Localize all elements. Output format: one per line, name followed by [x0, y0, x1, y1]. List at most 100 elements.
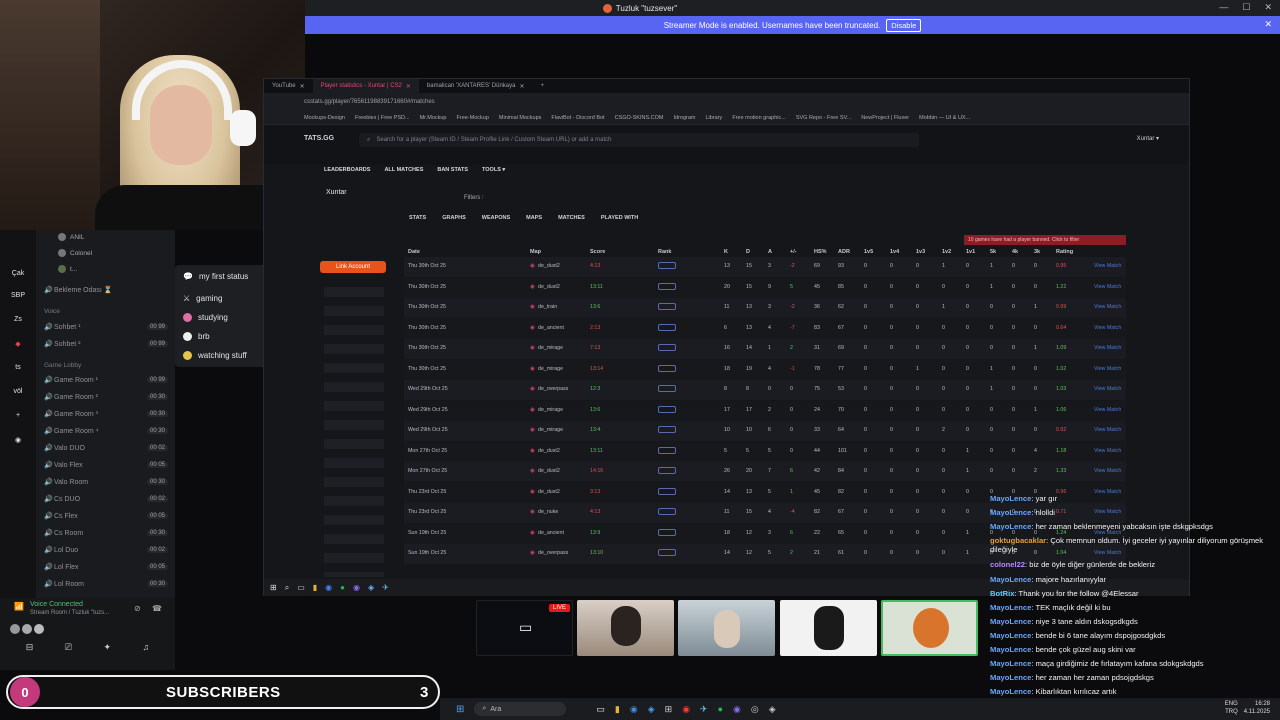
voice-user[interactable]: Colonel — [58, 249, 92, 257]
category-voice[interactable]: Voice — [44, 308, 60, 315]
disable-button[interactable]: Disable — [886, 18, 922, 32]
voice-channel[interactable]: 🔊 Game Room ¹ 00 99 — [44, 374, 168, 386]
close-icon[interactable]: ✕ — [1264, 19, 1272, 30]
column-header[interactable]: 4k — [1012, 249, 1018, 255]
server-zs[interactable]: Zs — [6, 316, 30, 323]
status-option-studying[interactable]: studying — [183, 313, 228, 322]
view-match-link[interactable]: View Match — [1094, 468, 1121, 474]
column-header[interactable]: 3k — [1034, 249, 1040, 255]
category-game-lobby[interactable]: Game Lobby — [44, 362, 81, 369]
nav-item[interactable]: LEADERBOARDS — [324, 167, 370, 173]
windows-start-icon[interactable]: ⊞ — [456, 704, 464, 715]
voice-channel[interactable]: 🔊 Game Room ³ 00 30 — [44, 408, 168, 420]
explore-icon[interactable]: ◉ — [6, 436, 30, 444]
subnav-tab[interactable]: MATCHES — [558, 215, 585, 221]
table-row[interactable] — [404, 380, 1126, 400]
maximize-icon[interactable]: ☐ — [1242, 2, 1250, 13]
voice-channel[interactable]: 🔊 Game Room ² 00 30 — [44, 391, 168, 403]
filters-button[interactable]: Filters ⫶ — [464, 195, 484, 202]
status-option-brb[interactable]: brb — [183, 332, 210, 341]
column-header[interactable]: 1v2 — [942, 249, 951, 255]
address-bar[interactable]: csstats.gg/player/76561198839171660#/mat… — [264, 93, 1189, 111]
participant-video-speaking[interactable] — [881, 600, 978, 656]
bookmark-item[interactable]: SVG Repo - Free SV... — [796, 115, 851, 121]
chat-username[interactable]: MayoLence — [990, 617, 1031, 626]
activities-icon[interactable]: ✦ — [103, 642, 111, 653]
bookmark-item[interactable]: Library — [706, 115, 723, 121]
column-header[interactable]: ADR — [838, 249, 850, 255]
close-icon[interactable]: ✕ — [519, 83, 524, 90]
chat-username[interactable]: MayoLence — [990, 603, 1031, 612]
participant-video[interactable] — [577, 600, 674, 656]
voice-user[interactable]: ANIL — [58, 233, 84, 241]
close-icon[interactable]: ✕ — [300, 83, 305, 90]
bookmark-item[interactable]: Mobbin — UI & UX... — [919, 115, 970, 121]
chat-username[interactable]: MayoLence — [990, 522, 1031, 531]
server-cak[interactable]: Çak — [6, 270, 30, 277]
voice-channel[interactable]: 🔊 Cs DUO 00 02 — [44, 493, 168, 505]
nav-item[interactable]: ALL MATCHES — [384, 167, 423, 173]
view-match-link[interactable]: View Match — [1094, 304, 1121, 310]
view-match-link[interactable]: View Match — [1094, 407, 1121, 413]
column-header[interactable]: Rating — [1056, 249, 1073, 255]
chat-username[interactable]: MayoLence — [990, 575, 1031, 584]
nav-item[interactable]: BAN STATS — [437, 167, 468, 173]
voice-channel[interactable]: 🔊 Valo DUO 00 02 — [44, 442, 168, 454]
search-input[interactable]: ⌕ Search for a player (Steam ID / Steam … — [359, 133, 919, 147]
screen-share-icon[interactable]: ⎚ — [65, 642, 72, 653]
column-header[interactable]: 5k — [990, 249, 996, 255]
column-header[interactable]: 1v5 — [864, 249, 873, 255]
minimize-icon[interactable]: — — [1219, 2, 1228, 13]
view-match-link[interactable]: View Match — [1094, 366, 1121, 372]
chat-username[interactable]: MayoLence — [990, 687, 1031, 696]
column-header[interactable]: HS% — [814, 249, 827, 255]
tab-youtube[interactable]: YouTube ✕ — [264, 79, 313, 93]
server-icon[interactable]: ◆ — [6, 340, 30, 348]
chat-username[interactable]: MayoLence — [990, 645, 1031, 654]
bookmark-item[interactable]: NewProject | Fluxer — [861, 115, 909, 121]
view-match-link[interactable]: View Match — [1094, 345, 1121, 351]
view-match-link[interactable]: View Match — [1094, 427, 1121, 433]
bookmark-item[interactable]: Free motion graphic... — [732, 115, 786, 121]
mute-icon[interactable]: ⊘ — [134, 604, 141, 613]
nav-item[interactable]: TOOLS ▾ — [482, 167, 505, 173]
table-row[interactable] — [404, 400, 1126, 421]
column-header[interactable]: K — [724, 249, 728, 255]
taskbar-search[interactable]: ⌕ Ara — [474, 702, 567, 716]
new-tab-button[interactable]: + — [533, 79, 553, 93]
column-header[interactable]: 1v3 — [916, 249, 925, 255]
view-match-link[interactable]: View Match — [1094, 263, 1121, 269]
close-icon[interactable]: ✕ — [1264, 2, 1272, 13]
chat-username[interactable]: MayoLence — [990, 659, 1031, 668]
voice-channel[interactable]: 🔊 Sohbet ² 00 99 — [44, 338, 168, 350]
column-header[interactable]: Rank — [658, 249, 671, 255]
status-option-gaming[interactable]: ⚔ gaming — [183, 294, 222, 303]
voice-channel[interactable]: 🔊 Lol Duo 00 02 — [44, 544, 168, 556]
status-option-watching[interactable]: watching stuff — [183, 351, 247, 360]
bookmark-item[interactable]: Minimal Mockups — [499, 115, 541, 121]
site-logo[interactable]: TATS.GG — [304, 135, 334, 142]
view-match-link[interactable]: View Match — [1094, 448, 1121, 454]
column-header[interactable]: 1v4 — [890, 249, 899, 255]
column-header[interactable]: +/- — [790, 249, 797, 255]
column-header[interactable]: Score — [590, 249, 605, 255]
table-row[interactable] — [404, 421, 1126, 441]
soundboard-icon[interactable]: ♫ — [142, 642, 149, 653]
column-header[interactable]: D — [746, 249, 750, 255]
voice-channel[interactable]: 🔊 Lol Room 00 30 — [44, 578, 168, 590]
chat-username[interactable]: colonel22 — [990, 560, 1025, 569]
voice-channel[interactable]: 🔊 Lol Flex 00 05 — [44, 561, 168, 573]
view-match-link[interactable]: View Match — [1094, 284, 1121, 290]
chat-username[interactable]: MayoLence — [990, 508, 1031, 517]
chat-username[interactable]: MayoLence — [990, 673, 1031, 682]
voice-user[interactable]: t... — [58, 265, 77, 273]
server-vol[interactable]: völ — [6, 388, 30, 395]
table-row[interactable] — [404, 462, 1126, 482]
tab-search[interactable]: bamalican 'XANTARES' Dünkaya ✕ — [419, 79, 533, 93]
bookmark-item[interactable]: Free-Mockup — [457, 115, 489, 121]
url-text[interactable]: csstats.gg/player/76561198839171660#/mat… — [304, 99, 435, 105]
column-header[interactable]: Map — [530, 249, 541, 255]
server-ts[interactable]: ts — [6, 364, 30, 371]
subnav-tab[interactable]: STATS — [409, 215, 426, 221]
bookmark-item[interactable]: Freebies | Free PSD... — [355, 115, 410, 121]
